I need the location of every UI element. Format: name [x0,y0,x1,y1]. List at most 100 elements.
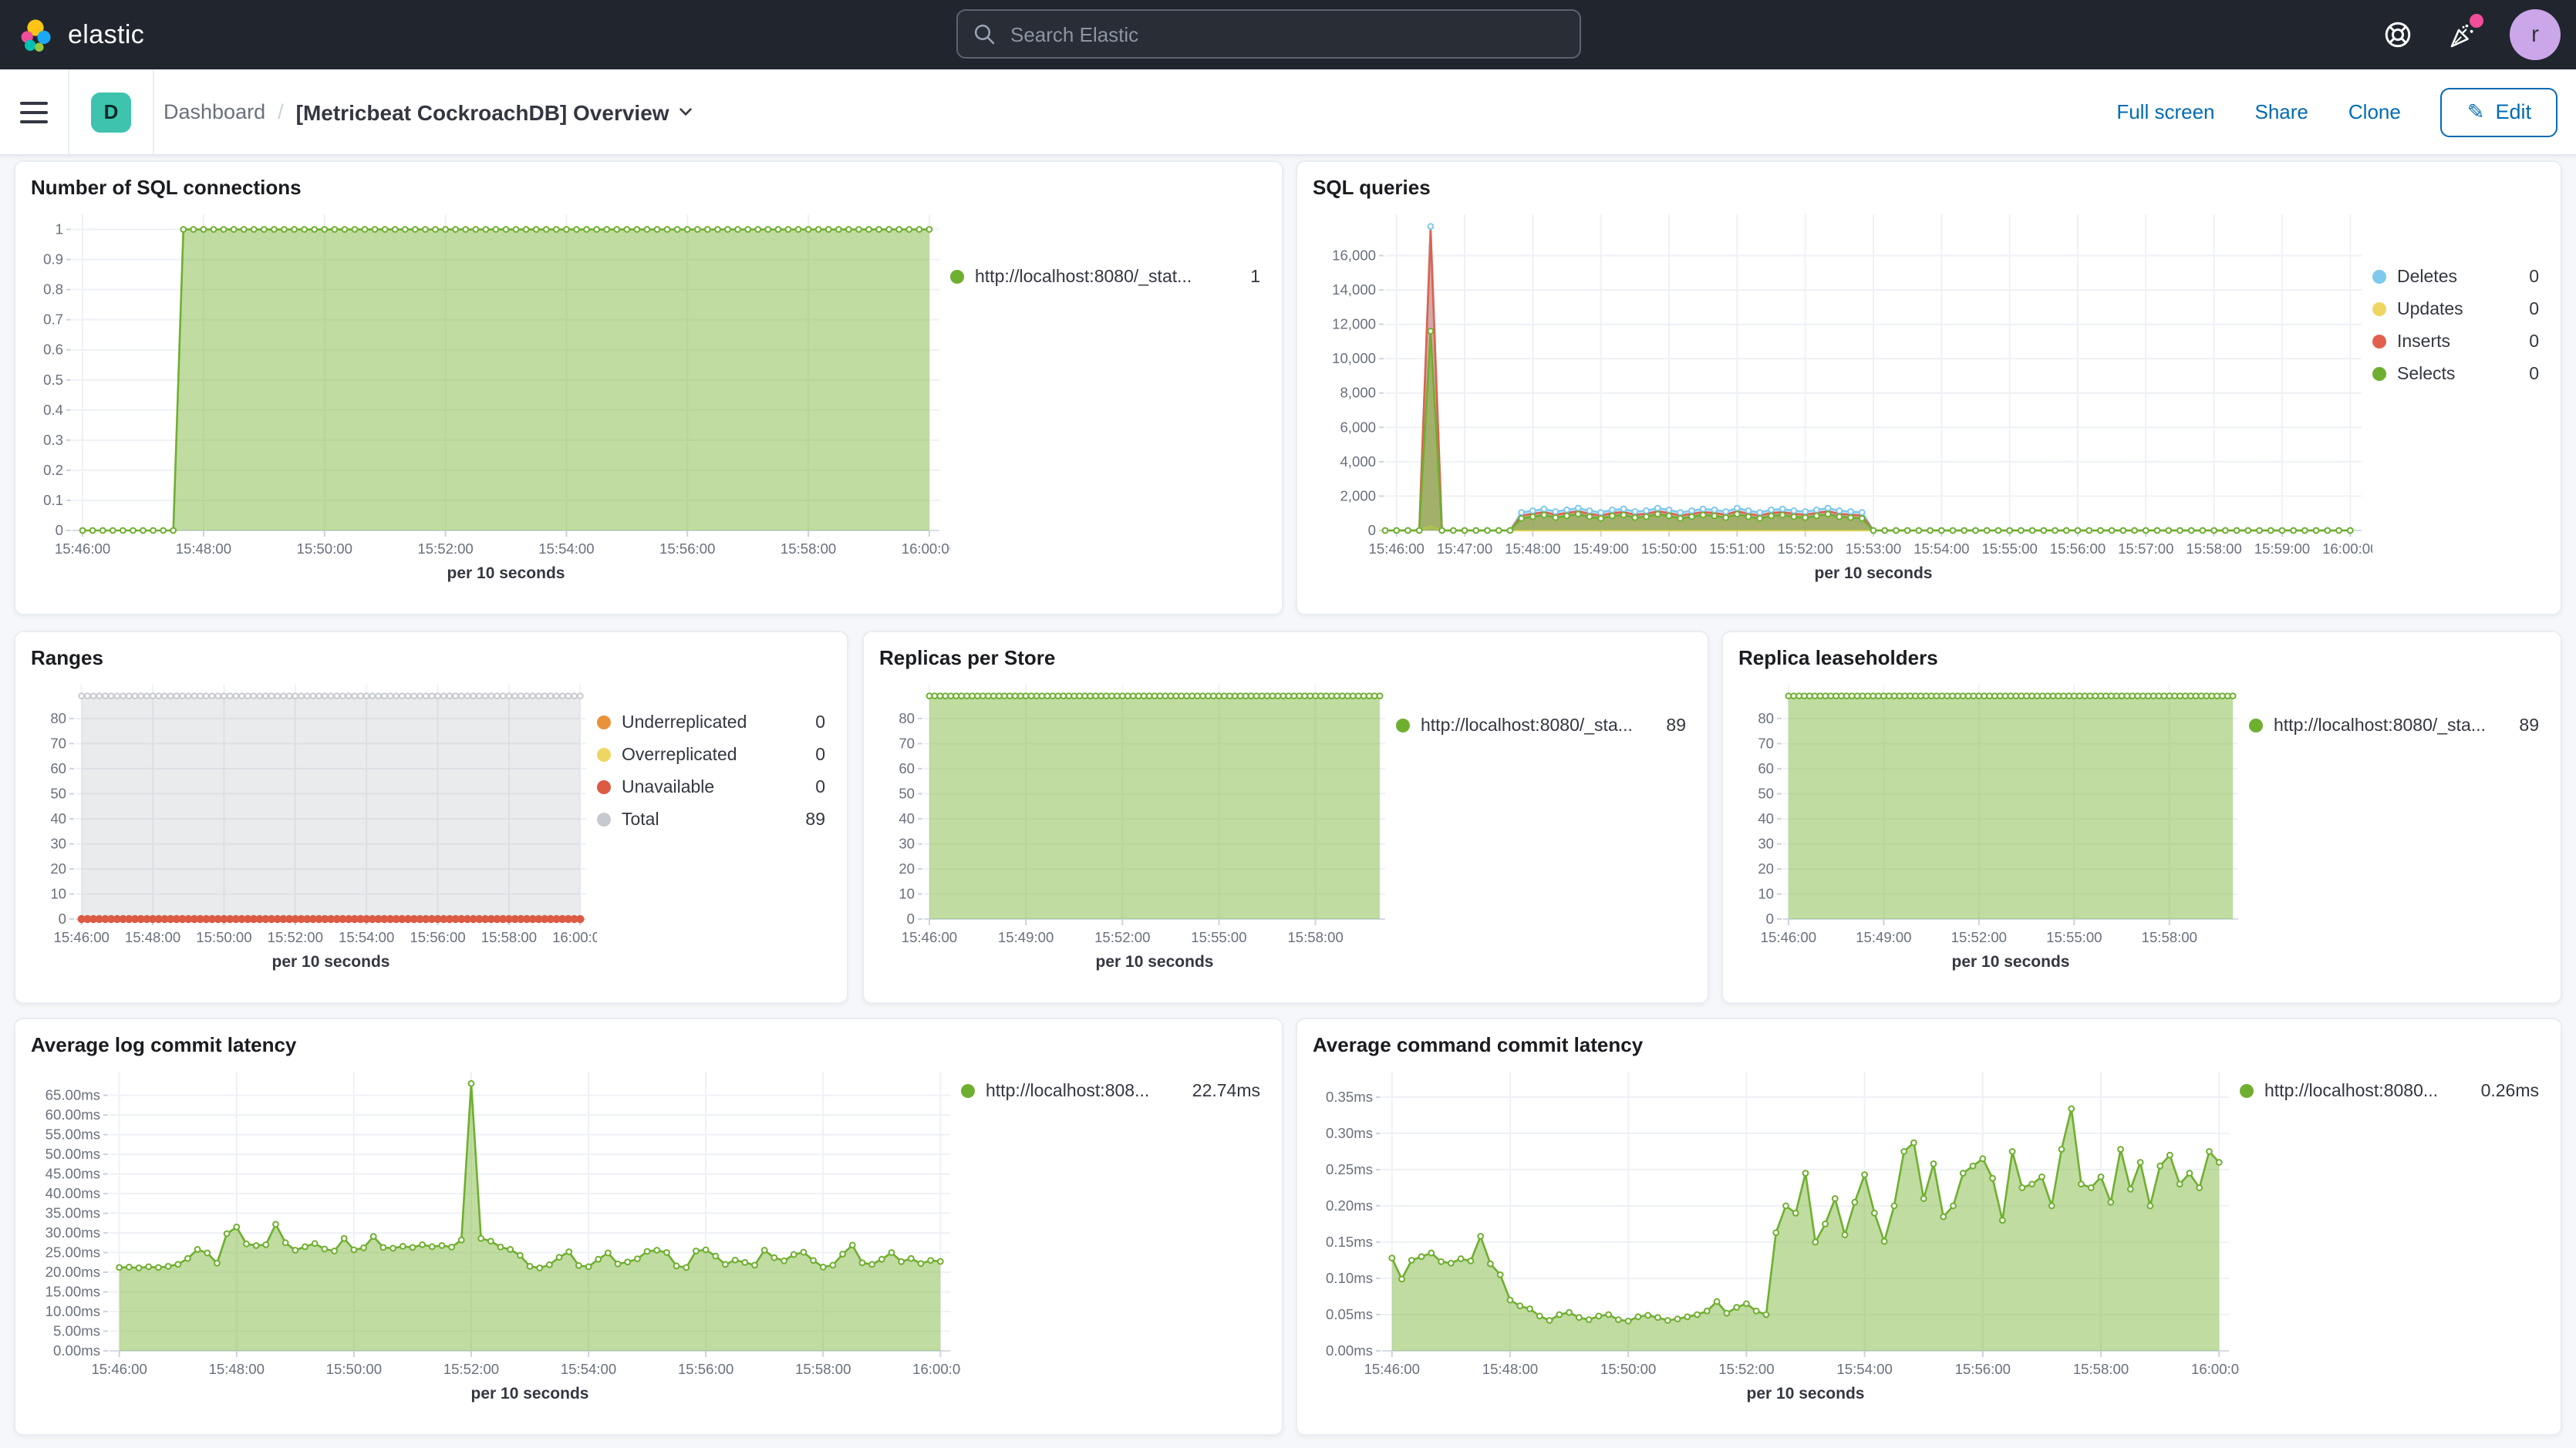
svg-text:16:00:00: 16:00:00 [552,929,597,945]
legend-item[interactable]: Updates0 [2372,293,2539,325]
full-screen-button[interactable]: Full screen [2116,100,2214,123]
svg-text:15:56:00: 15:56:00 [410,929,465,945]
chart-replica-leaseholders[interactable]: 0102030405060708015:46:0015:49:0015:52:0… [1738,672,2249,975]
global-search[interactable] [956,9,1581,59]
svg-text:10: 10 [899,885,915,901]
legend-value: 0 [815,746,825,764]
menu-button[interactable] [20,101,48,123]
chart-svg: 0102030405060708015:46:0015:49:0015:52:0… [1738,672,2249,975]
legend-ranges: Underreplicated0Overreplicated0Unavailab… [597,672,831,975]
legend-label: Overreplicated [622,746,737,764]
search-icon [973,23,995,45]
svg-text:15:46:00: 15:46:00 [54,929,110,945]
notification-dot [2470,13,2483,27]
svg-text:30: 30 [899,835,915,851]
legend-average-log-commit-latency: http://localhost:808...22.74ms [961,1059,1266,1406]
legend-value: 22.74ms [1192,1082,1260,1100]
legend-item[interactable]: Inserts0 [2372,325,2539,358]
clone-button[interactable]: Clone [2348,100,2401,123]
share-button[interactable]: Share [2255,100,2308,123]
svg-text:55.00ms: 55.00ms [46,1126,100,1143]
svg-text:15:46:00: 15:46:00 [1761,929,1816,945]
legend-item[interactable]: http://localhost:808...22.74ms [961,1075,1260,1107]
legend-label: Unavailable [622,778,714,796]
svg-text:60.00ms: 60.00ms [46,1106,100,1123]
svg-text:30: 30 [1758,835,1774,851]
chart-svg: 02,0004,0006,0008,00010,00012,00014,0001… [1313,202,2372,586]
chart-sql-queries[interactable]: 02,0004,0006,0008,00010,00012,00014,0001… [1313,202,2372,586]
svg-text:30: 30 [50,835,66,851]
legend-item[interactable]: http://localhost:8080/_sta...89 [1396,709,1686,742]
svg-text:60: 60 [50,760,66,776]
svg-text:15:59:00: 15:59:00 [2254,540,2310,557]
legend-item[interactable]: Overreplicated 0 [597,739,825,771]
chart-replicas-per-store[interactable]: 0102030405060708015:46:0015:49:0015:52:0… [879,672,1396,975]
svg-text:80: 80 [899,710,915,726]
legend-color-dot [597,780,611,794]
legend-item[interactable]: http://localhost:8080...0.26ms [2240,1075,2539,1107]
edit-button[interactable]: ✎ Edit [2441,87,2557,136]
svg-text:15:58:00: 15:58:00 [2186,540,2241,557]
user-avatar[interactable]: r [2510,9,2561,60]
legend-item[interactable]: http://localhost:8080/_stat...1 [950,261,1260,293]
legend-item[interactable]: Selects0 [2372,358,2539,390]
dashboard-toolbar: D Dashboard / [Metricbeat CockroachDB] O… [0,69,2576,156]
svg-text:15:49:00: 15:49:00 [1856,929,1911,945]
svg-text:15:58:00: 15:58:00 [481,929,537,945]
svg-text:25.00ms: 25.00ms [46,1244,100,1261]
svg-text:0.2: 0.2 [43,462,63,478]
legend-item[interactable]: Total89 [597,803,825,836]
svg-text:14,000: 14,000 [1332,281,1376,298]
search-input[interactable] [1007,21,1580,47]
legend-item[interactable]: http://localhost:8080/_sta...89 [2249,709,2539,742]
legend-item[interactable]: Underreplicated0 [597,706,825,739]
svg-text:0.20ms: 0.20ms [1326,1197,1373,1214]
legend-color-dot [1396,719,1410,732]
svg-text:15.00ms: 15.00ms [46,1284,100,1300]
legend-value: 0 [815,713,825,732]
legend-color-dot [2372,335,2386,349]
svg-text:15:55:00: 15:55:00 [2046,929,2102,945]
svg-text:16:00:00: 16:00:00 [912,1361,961,1377]
divider [153,69,154,154]
svg-text:12,000: 12,000 [1332,316,1376,332]
svg-text:15:51:00: 15:51:00 [1709,540,1765,557]
legend-value: 0 [815,778,825,796]
svg-text:10: 10 [1758,885,1774,901]
page-title-text: [Metricbeat CockroachDB] Overview [296,99,669,124]
breadcrumb-dashboard[interactable]: Dashboard [164,100,265,123]
svg-text:50: 50 [899,785,915,801]
legend-item[interactable]: Unavailable 0 [597,771,825,803]
svg-text:15:49:00: 15:49:00 [998,929,1054,945]
svg-text:15:54:00: 15:54:00 [561,1361,616,1377]
legend-color-dot [597,748,611,762]
svg-text:15:52:00: 15:52:00 [417,540,473,557]
chart-average-command-commit-latency[interactable]: 0.00ms0.05ms0.10ms0.15ms0.20ms0.25ms0.30… [1313,1059,2240,1406]
svg-text:40: 40 [1758,810,1774,827]
space-badge[interactable]: D [91,92,131,132]
legend-item[interactable]: Deletes0 [2372,261,2539,293]
chart-average-log-commit-latency[interactable]: 0.00ms5.00ms10.00ms15.00ms20.00ms25.00ms… [31,1059,961,1406]
elastic-logo[interactable]: elastic [19,16,144,53]
chart-ranges[interactable]: 0102030405060708015:46:0015:48:0015:50:0… [31,672,597,975]
svg-text:15:58:00: 15:58:00 [795,1361,851,1377]
svg-text:10.00ms: 10.00ms [46,1303,100,1319]
svg-text:70: 70 [50,735,66,751]
legend-value: 1 [1250,268,1260,286]
svg-text:per 10 seconds: per 10 seconds [1747,1385,1865,1403]
svg-text:4,000: 4,000 [1340,453,1376,470]
legend-label: Inserts [2397,332,2450,351]
svg-text:0.5: 0.5 [43,372,63,388]
edit-button-label: Edit [2495,100,2531,123]
top-navigation-bar: elastic [0,0,2576,69]
svg-text:65.00ms: 65.00ms [46,1087,100,1103]
elastic-logo-icon [19,16,56,53]
svg-text:15:54:00: 15:54:00 [1913,540,1969,557]
help-button[interactable] [2380,18,2414,52]
svg-text:0: 0 [1766,911,1774,927]
chart-number-of-sql-connections[interactable]: 00.10.20.30.40.50.60.70.80.9115:46:0015:… [31,202,950,586]
svg-text:20: 20 [50,860,66,877]
svg-text:70: 70 [1758,735,1774,751]
whats-new-button[interactable] [2445,18,2479,52]
page-title[interactable]: [Metricbeat CockroachDB] Overview [296,99,694,124]
